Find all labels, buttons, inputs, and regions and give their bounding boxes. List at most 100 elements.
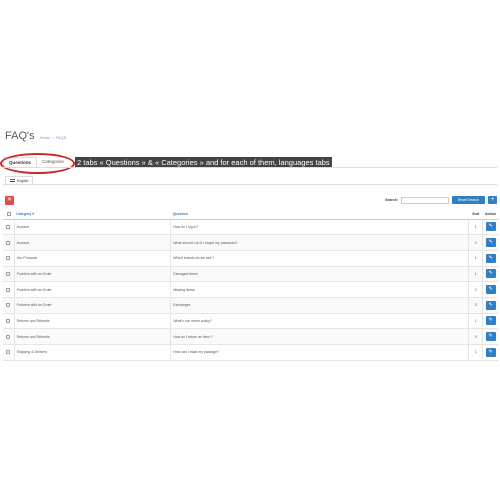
row-checkbox[interactable] <box>6 319 11 323</box>
edit-button[interactable]: ✎ <box>485 269 496 279</box>
pencil-icon: ✎ <box>488 239 493 246</box>
row-checkbox-cell <box>3 219 15 236</box>
row-question: How do I return an item ? <box>170 328 470 345</box>
breadcrumb: Home › FAQS <box>39 135 67 140</box>
table-row: Our Products Which brands do we sell ? 1 ✎ <box>3 250 498 267</box>
column-header-sort[interactable]: Sort <box>468 209 483 220</box>
row-action-cell: ✎ <box>482 250 498 267</box>
row-action-cell: ✎ <box>482 328 498 345</box>
row-question: Which brands do we sell ? <box>170 250 470 267</box>
search-area: Search: Reset Search + <box>385 196 497 204</box>
category-header-label: Category <box>16 211 32 216</box>
column-header-action: Action <box>482 209 498 220</box>
edit-button[interactable]: ✎ <box>485 238 496 248</box>
row-action-cell: ✎ <box>482 313 498 330</box>
table-row: Returns and Refunds What's our return pol… <box>3 313 498 330</box>
row-category: Problem with an Order <box>14 266 172 283</box>
delete-button[interactable]: ✕ <box>5 196 14 205</box>
pencil-icon: ✎ <box>488 317 493 324</box>
edit-button[interactable]: ✎ <box>485 285 496 295</box>
row-checkbox-cell <box>3 281 15 298</box>
row-category: Returns and Refunds <box>14 313 172 330</box>
row-checkbox[interactable] <box>6 334 11 339</box>
table-row: Account What should I do if I forget my p… <box>3 234 498 251</box>
tab-language-english[interactable]: English <box>5 176 34 184</box>
row-checkbox[interactable] <box>6 303 11 308</box>
row-question: What's our return policy? <box>170 313 470 330</box>
pencil-icon: ✎ <box>488 223 493 230</box>
faq-table: Category ▾ Question Sort Action Account H… <box>3 209 498 361</box>
plus-icon: + <box>490 197 495 203</box>
table-row: Returns and Refunds How do I return an it… <box>3 328 498 345</box>
row-checkbox-cell <box>3 266 15 283</box>
edit-button[interactable]: ✎ <box>485 253 496 263</box>
row-sort: 0 <box>468 328 484 345</box>
row-checkbox-cell <box>3 234 15 251</box>
column-header-question[interactable]: Question <box>170 209 469 220</box>
row-checkbox[interactable] <box>6 224 11 229</box>
row-checkbox-cell <box>3 297 15 314</box>
table-header-row: Category ▾ Question Sort Action <box>3 209 498 220</box>
table-row: Problem with an Order Missing Items 2 ✎ <box>3 281 498 298</box>
pencil-icon: ✎ <box>488 254 493 261</box>
table-body: Account How do I log in? 1 ✎ Account What sho… <box>3 219 498 361</box>
edit-button[interactable]: ✎ <box>485 347 496 357</box>
row-checkbox-cell <box>3 250 15 267</box>
sort-desc-icon: ▾ <box>32 211 35 216</box>
row-sort: 1 <box>468 313 484 330</box>
row-action-cell: ✎ <box>482 234 498 251</box>
row-action-cell: ✎ <box>482 266 498 283</box>
edit-button[interactable]: ✎ <box>485 316 496 326</box>
row-action-cell: ✎ <box>482 297 498 314</box>
row-sort: 2 <box>468 234 484 251</box>
page-title: FAQ's <box>5 130 35 142</box>
edit-button[interactable]: ✎ <box>485 222 496 232</box>
row-question: Damaged Items <box>170 266 470 283</box>
breadcrumb-home[interactable]: Home <box>40 135 51 140</box>
page-header: FAQ's Home › FAQS <box>5 130 66 150</box>
table-row: Problem with an Order Damaged Items 1 ✎ <box>3 266 498 283</box>
row-action-cell: ✎ <box>482 344 498 361</box>
row-category: Returns and Refunds <box>14 328 172 345</box>
row-checkbox[interactable] <box>6 350 11 355</box>
row-category: Problem with an Order <box>14 281 172 298</box>
edit-button[interactable]: ✎ <box>485 332 496 342</box>
tabs-highlight-ellipse <box>0 153 75 174</box>
row-category: Shipping & Delivery <box>14 344 172 361</box>
language-tabs: English <box>5 176 34 184</box>
row-checkbox[interactable] <box>6 287 11 292</box>
row-action-cell: ✎ <box>482 281 498 298</box>
uk-flag-icon <box>10 179 15 182</box>
pencil-icon: ✎ <box>488 270 493 277</box>
column-header-category[interactable]: Category ▾ <box>14 209 171 220</box>
row-category: Account <box>14 219 172 236</box>
search-label: Search: <box>385 198 398 202</box>
trash-icon: ✕ <box>6 197 13 203</box>
add-button[interactable]: + <box>488 196 497 204</box>
pencil-icon: ✎ <box>488 348 493 355</box>
search-input[interactable] <box>401 196 449 204</box>
row-checkbox-cell <box>3 344 15 361</box>
row-sort: 2 <box>468 281 484 298</box>
row-category: Our Products <box>14 250 172 267</box>
pencil-icon: ✎ <box>488 301 493 308</box>
breadcrumb-current[interactable]: FAQS <box>56 135 67 140</box>
pencil-icon: ✎ <box>488 333 493 340</box>
select-all-checkbox-cell <box>3 209 15 220</box>
row-sort: 3 <box>468 297 484 314</box>
row-checkbox[interactable] <box>6 256 11 261</box>
row-question: Missing Items <box>170 281 470 298</box>
row-checkbox[interactable] <box>6 271 11 276</box>
row-category: Problem with an Order <box>14 297 172 314</box>
row-checkbox-cell <box>3 313 15 330</box>
select-all-checkbox[interactable] <box>6 211 11 216</box>
row-category: Account <box>14 234 172 251</box>
row-sort: 1 <box>468 250 484 267</box>
row-checkbox[interactable] <box>6 240 11 245</box>
edit-button[interactable]: ✎ <box>485 300 496 310</box>
reset-search-button[interactable]: Reset Search <box>452 196 485 204</box>
reset-search-label: Reset Search <box>457 198 480 202</box>
row-checkbox-cell <box>3 328 15 345</box>
row-question: Exchanges <box>170 297 470 314</box>
row-question: What should I do if I forget my password… <box>170 234 470 251</box>
